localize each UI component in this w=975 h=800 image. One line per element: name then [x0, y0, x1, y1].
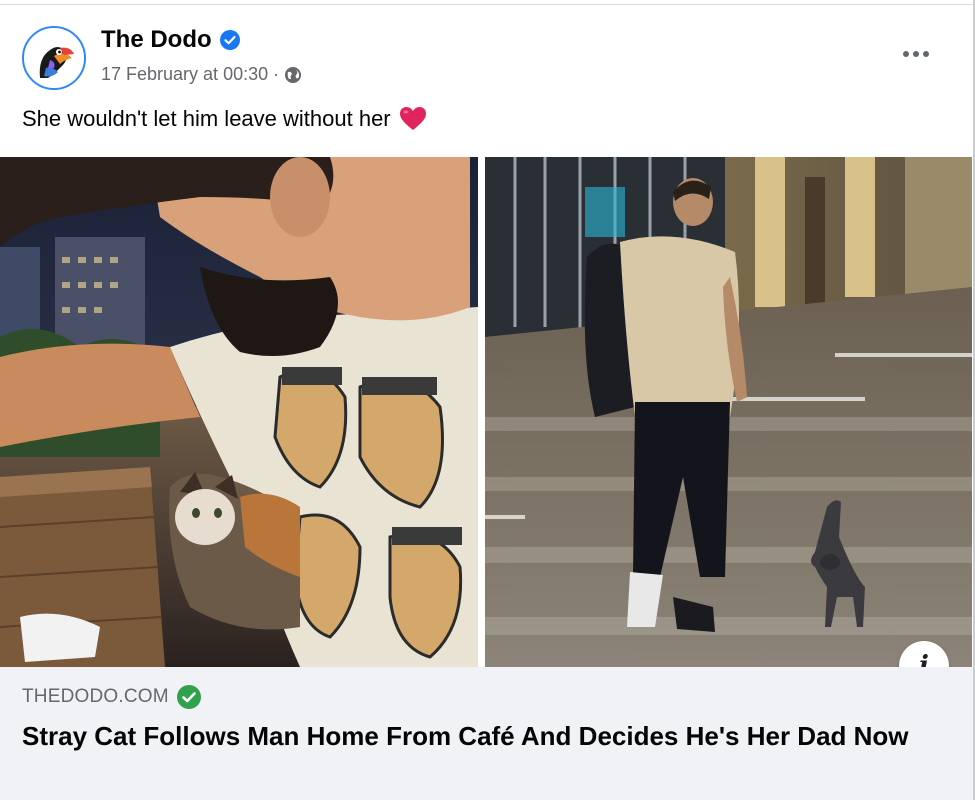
page-name[interactable]: The Dodo	[101, 26, 212, 54]
more-options-button[interactable]	[898, 42, 934, 66]
meta-separator: ·	[273, 64, 280, 84]
post-meta: 17 February at 00:30 ·	[101, 64, 302, 85]
red-heart-emoji	[399, 107, 426, 130]
link-headline[interactable]: Stray Cat Follows Man Home From Café And…	[22, 719, 922, 753]
more-options-icon	[903, 51, 909, 57]
verified-check-icon	[176, 685, 201, 709]
top-divider	[0, 4, 975, 5]
link-domain-row: THEDODO.COM	[22, 685, 201, 709]
post-photo-left[interactable]	[0, 157, 478, 667]
post-caption: She wouldn't let him leave without her	[22, 106, 427, 132]
post-timestamp[interactable]: 17 February at 00:30	[101, 64, 268, 85]
man-and-cat-photo	[0, 157, 478, 667]
globe-icon	[285, 66, 302, 83]
caption-text: She wouldn't let him leave without her	[22, 106, 391, 131]
man-walking-cat-follows-photo	[485, 157, 972, 667]
dodo-logo	[24, 28, 84, 88]
page-avatar[interactable]	[22, 26, 86, 90]
verified-badge-icon	[220, 30, 240, 50]
post-photo-right[interactable]	[485, 157, 972, 667]
link-preview[interactable]: THEDODO.COM Stray Cat Follows Man Home F…	[0, 667, 973, 800]
link-domain: THEDODO.COM	[22, 686, 169, 707]
